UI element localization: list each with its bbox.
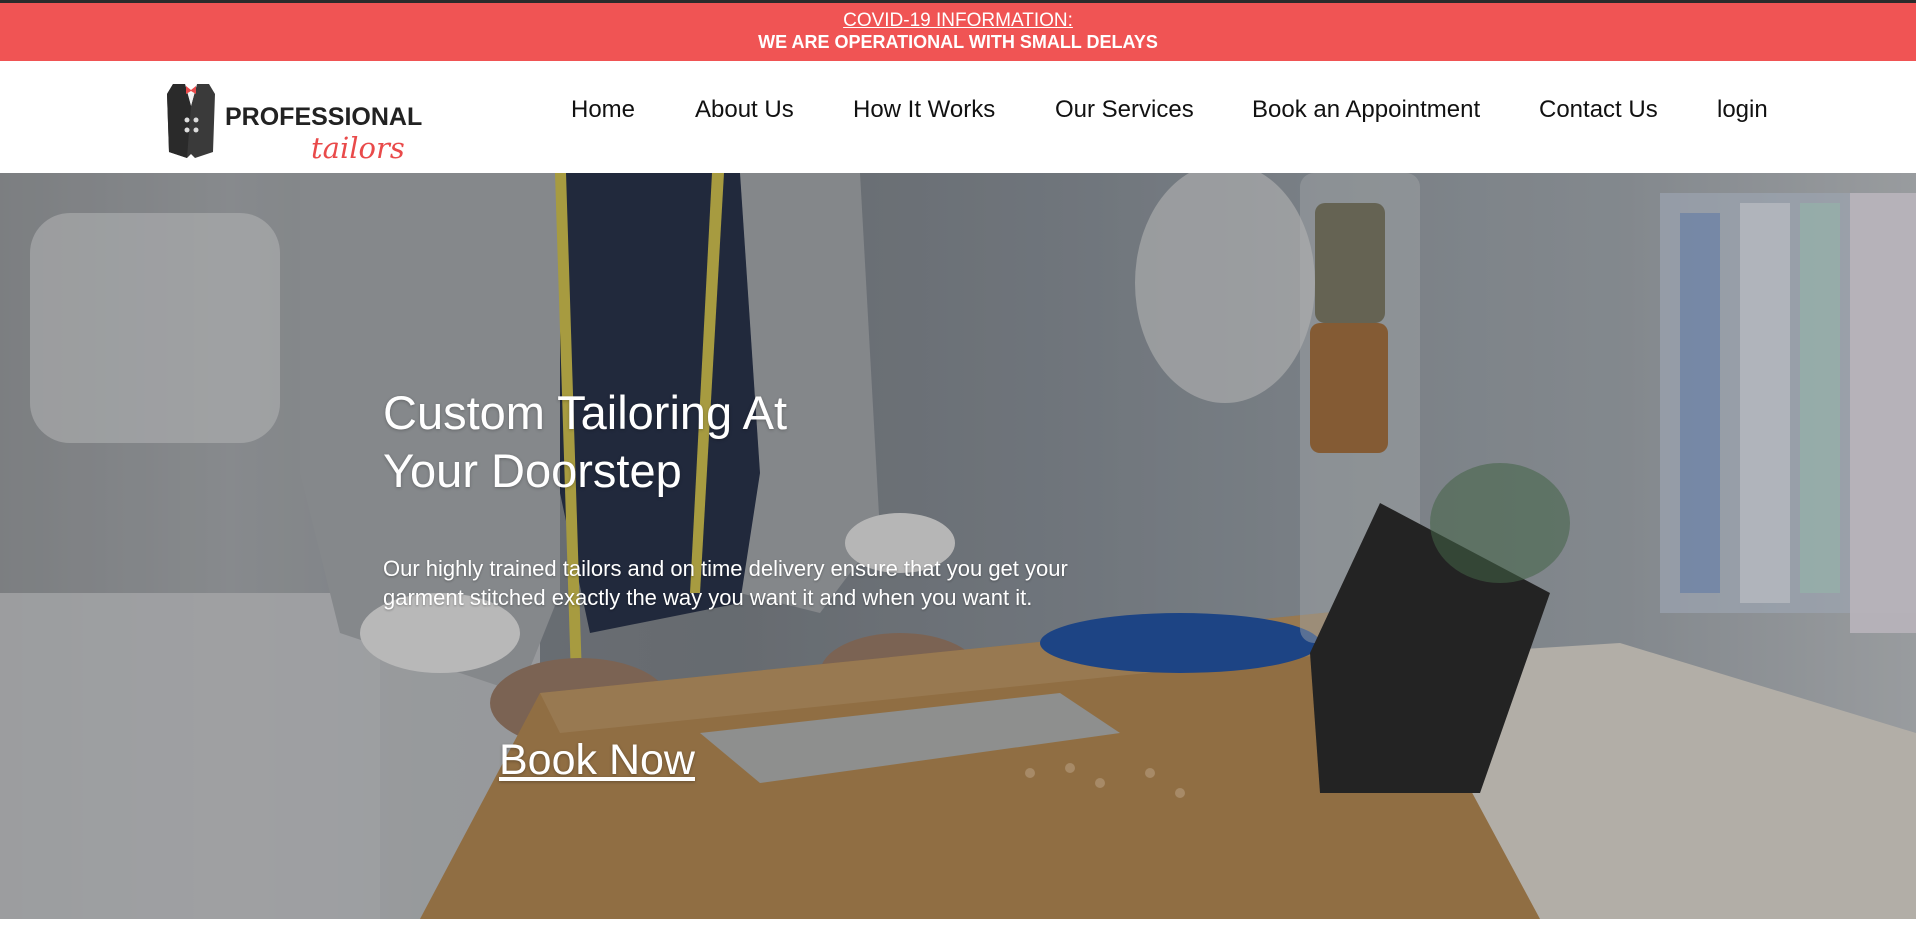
main-nav: Home About Us How It Works Our Services … <box>0 96 1916 136</box>
nav-contact-us[interactable]: Contact Us <box>1539 96 1658 124</box>
hero-section: Custom Tailoring At Your Doorstep Our hi… <box>0 173 1916 919</box>
nav-login[interactable]: login <box>1717 96 1768 124</box>
nav-about-us[interactable]: About Us <box>695 96 794 124</box>
nav-home[interactable]: Home <box>571 96 635 124</box>
book-now-button[interactable]: Book Now <box>499 736 695 785</box>
nav-book-appointment[interactable]: Book an Appointment <box>1252 96 1480 124</box>
page-bottom <box>0 919 1916 943</box>
covid-status-message: WE ARE OPERATIONAL WITH SMALL DELAYS <box>758 32 1158 52</box>
nav-our-services[interactable]: Our Services <box>1055 96 1194 124</box>
nav-how-it-works[interactable]: How It Works <box>853 96 995 124</box>
logo-script-text: tailors <box>311 131 405 165</box>
hero-heading-line2: Your Doorstep <box>383 444 682 497</box>
covid-info-link[interactable]: COVID-19 INFORMATION: <box>0 10 1916 32</box>
hero-description: Our highly trained tailors and on time d… <box>383 556 1068 610</box>
hero-heading-line1: Custom Tailoring At <box>383 386 788 439</box>
hero-heading: Custom Tailoring At Your Doorstep <box>383 384 943 500</box>
covid-banner: COVID-19 INFORMATION: WE ARE OPERATIONAL… <box>0 3 1916 61</box>
hero-dark-overlay <box>0 173 1916 919</box>
site-header: PROFESSIONAL tailors Home About Us How I… <box>0 61 1916 173</box>
